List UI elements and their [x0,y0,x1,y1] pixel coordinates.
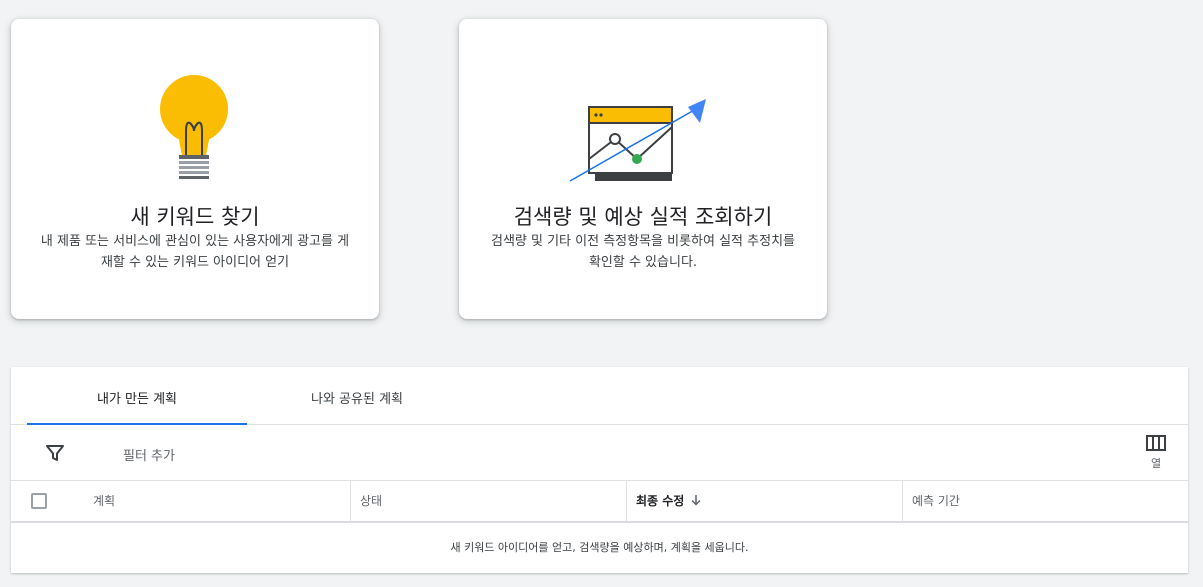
discover-keywords-card[interactable]: 새 키워드 찾기 내 제품 또는 서비스에 관심이 있는 사용자에게 광고를 게… [11,19,379,319]
tab-shared-plans[interactable]: 나와 공유된 계획 [247,367,467,424]
trend-chart-icon [569,99,706,182]
columns-button[interactable]: 열 [1144,435,1168,471]
column-header-last-modified-label: 최종 수정 [636,494,685,508]
plans-panel: 내가 만든 계획 나와 공유된 계획 필터 추가 열 계획 상태 최종 수정 예… [11,367,1188,573]
arrow-down-icon [691,495,701,506]
select-all-checkbox[interactable] [31,493,47,509]
table-header: 계획 상태 최종 수정 예측 기간 [11,481,1188,523]
column-header-plan[interactable]: 계획 [93,481,351,521]
column-header-forecast-period[interactable]: 예측 기간 [902,481,1188,521]
forecast-card-title: 검색량 및 예상 실적 조회하기 [513,205,773,229]
empty-table-message: 새 키워드 아이디어를 얻고, 검색량을 예상하며, 계획을 세웁니다. [450,541,749,554]
add-filter-button[interactable]: 필터 추가 [123,445,175,464]
forecast-card-description: 검색량 및 기타 이전 측정항목을 비롯하여 실적 추정치를 확인할 수 있습니… [490,234,795,270]
plan-tabs: 내가 만든 계획 나와 공유된 계획 [11,367,1188,425]
filter-bar: 필터 추가 열 [11,425,1188,481]
tab-my-plans[interactable]: 내가 만든 계획 [27,367,247,425]
columns-icon [1146,435,1166,451]
forecast-card[interactable]: 검색량 및 예상 실적 조회하기 검색량 및 기타 이전 측정항목을 비롯하여 … [459,19,827,319]
filter-icon[interactable] [46,444,64,462]
column-header-status[interactable]: 상태 [350,481,626,521]
column-header-last-modified[interactable]: 최종 수정 [626,481,902,521]
discover-card-title: 새 키워드 찾기 [130,205,260,229]
columns-label: 열 [1150,457,1162,470]
lightbulb-icon [160,75,228,179]
discover-card-description: 내 제품 또는 서비스에 관심이 있는 사용자에게 광고를 게재할 수 있는 키… [40,234,350,270]
